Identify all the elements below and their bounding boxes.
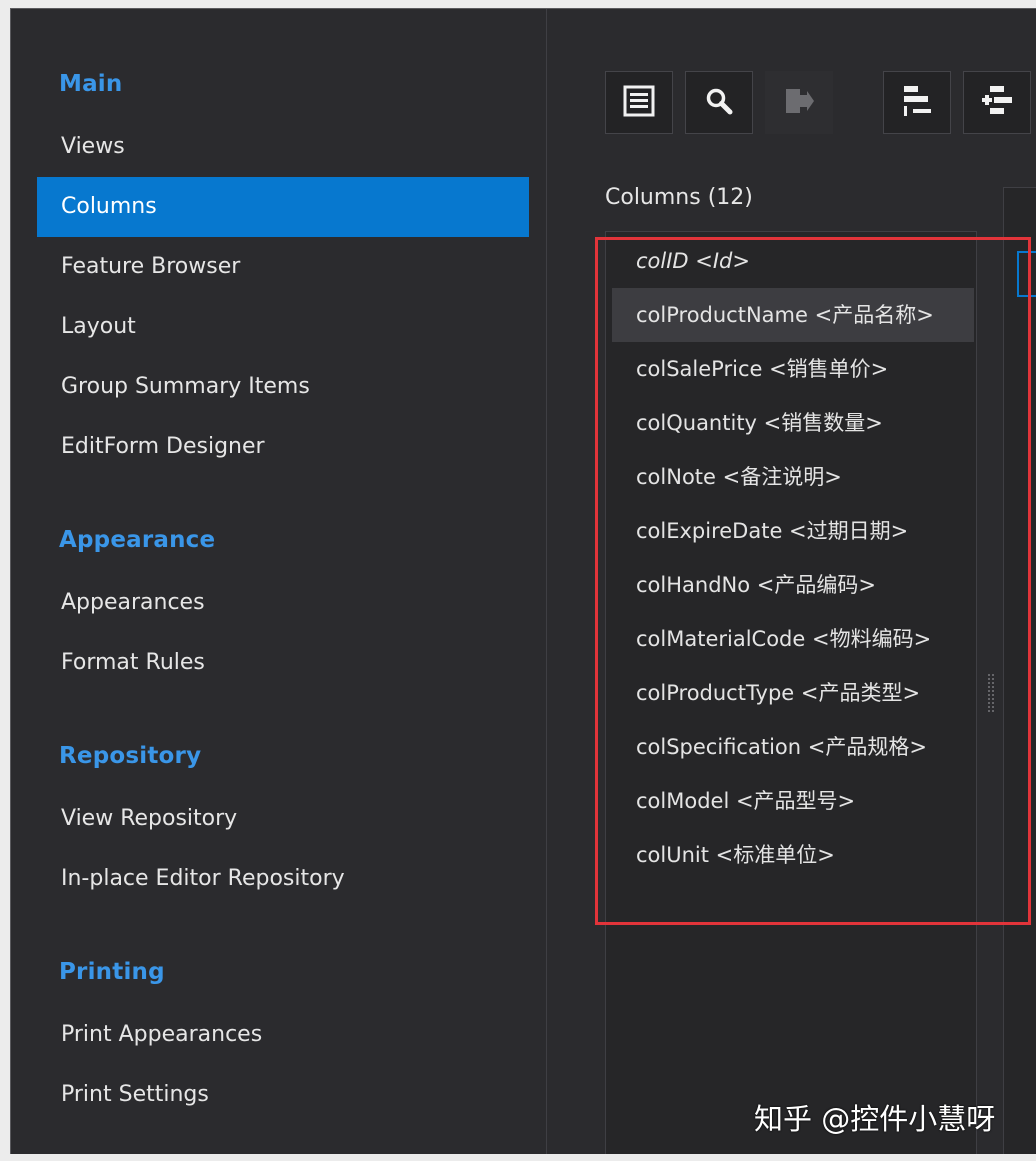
column-item-hand-no[interactable]: colHandNo <产品编码> [612, 558, 974, 612]
show-list-button[interactable] [605, 71, 673, 134]
nav-item-feature-browser[interactable]: Feature Browser [37, 237, 529, 297]
list-view-icon [623, 85, 655, 121]
nav-item-inplace-editor-repository[interactable]: In-place Editor Repository [37, 849, 529, 909]
nav-item-appearances[interactable]: Appearances [37, 573, 529, 633]
property-grid-selection[interactable] [1017, 251, 1036, 297]
column-item-product-name[interactable]: colProductName <产品名称> [612, 288, 974, 342]
nav-item-layout[interactable]: Layout [37, 297, 529, 357]
nav-group-appearance: Appearance [59, 527, 215, 553]
nav-group-repository: Repository [59, 743, 201, 769]
column-item-product-type[interactable]: colProductType <产品类型> [612, 666, 974, 720]
nav-item-print-appearances[interactable]: Print Appearances [37, 1005, 529, 1065]
remove-columns-button[interactable] [883, 71, 951, 134]
search-button[interactable] [685, 71, 753, 134]
panel-splitter[interactable] [987, 673, 995, 713]
nav-item-format-rules[interactable]: Format Rules [37, 633, 529, 693]
nav-item-group-summary-items[interactable]: Group Summary Items [37, 357, 529, 417]
nav-item-print-settings[interactable]: Print Settings [37, 1065, 529, 1125]
insert-columns-button[interactable] [963, 71, 1031, 134]
columns-list-title: Columns (12) [605, 185, 753, 210]
insert-columns-icon [980, 84, 1014, 122]
nav-group-printing: Printing [59, 959, 165, 985]
column-item-sale-price[interactable]: colSalePrice <销售单价> [612, 342, 974, 396]
columns-list[interactable]: colID <Id> colProductName <产品名称> colSale… [605, 231, 977, 1154]
column-properties-panel[interactable] [1003, 187, 1036, 1154]
nav-item-view-repository[interactable]: View Repository [37, 789, 529, 849]
column-item-specification[interactable]: colSpecification <产品规格> [612, 720, 974, 774]
column-item-expire-date[interactable]: colExpireDate <过期日期> [612, 504, 974, 558]
designer-navigation: Main Views Columns Feature Browser Layou… [11, 9, 547, 1154]
nav-item-views[interactable]: Views [37, 117, 529, 177]
grid-designer-window: Main Views Columns Feature Browser Layou… [10, 8, 1036, 1154]
remove-columns-icon [900, 84, 934, 122]
nav-item-editform-designer[interactable]: EditForm Designer [37, 417, 529, 477]
column-item-quantity[interactable]: colQuantity <销售数量> [612, 396, 974, 450]
column-item-model[interactable]: colModel <产品型号> [612, 774, 974, 828]
search-icon [704, 86, 734, 120]
column-item-note[interactable]: colNote <备注说明> [612, 450, 974, 504]
column-item-material-code[interactable]: colMaterialCode <物料编码> [612, 612, 974, 666]
column-item-unit[interactable]: colUnit <标准单位> [612, 828, 974, 882]
exit-icon [783, 85, 815, 121]
column-item-id[interactable]: colID <Id> [612, 234, 974, 288]
nav-group-main: Main [59, 71, 122, 97]
nav-item-columns[interactable]: Columns [37, 177, 529, 237]
retrieve-fields-button[interactable] [765, 71, 833, 134]
watermark: 知乎 @控件小慧呀 [754, 1096, 995, 1138]
